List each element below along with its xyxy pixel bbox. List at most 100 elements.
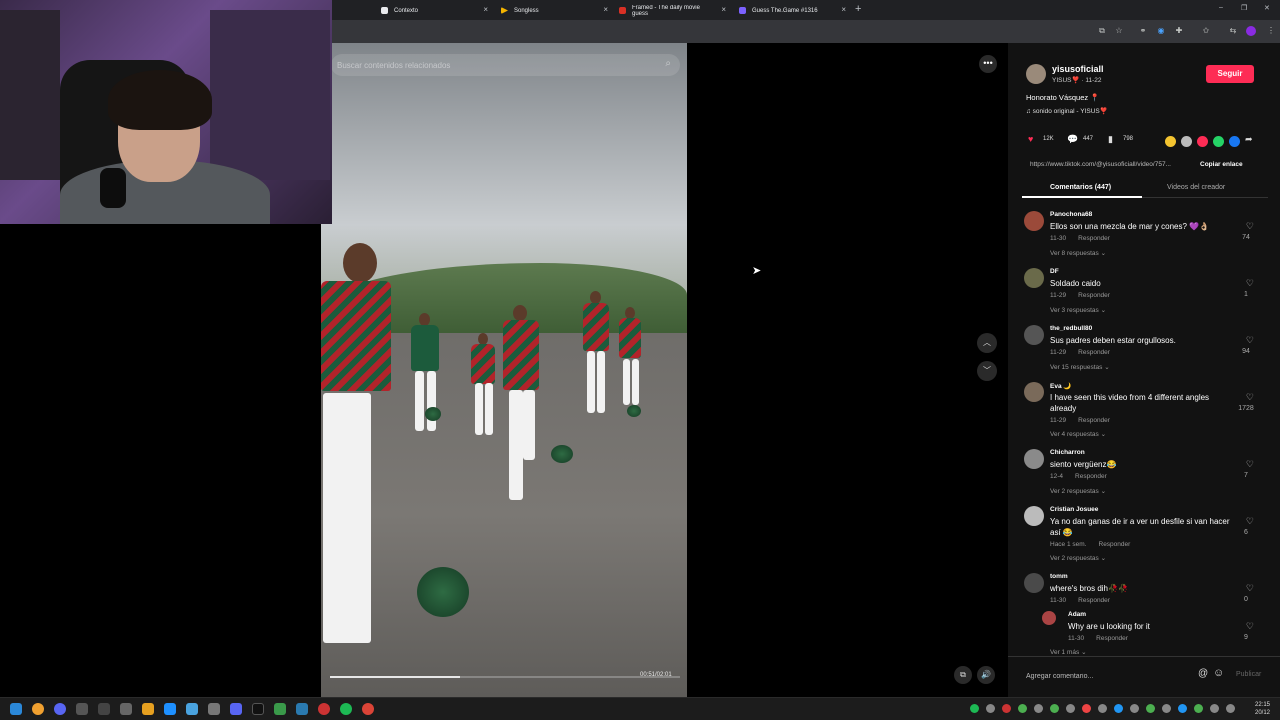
comment-like-icon[interactable]: ♡: [1246, 278, 1254, 289]
comment-avatar[interactable]: [1024, 573, 1044, 593]
view-replies-link[interactable]: Ver 3 respuestas ⌄: [1050, 306, 1106, 314]
app-icon[interactable]: [142, 703, 154, 715]
tab-comments[interactable]: Comentarios (447): [1050, 184, 1111, 191]
close-window-button[interactable]: ✕: [1264, 4, 1270, 12]
minimize-button[interactable]: –: [1219, 4, 1223, 11]
tray-icon[interactable]: [1034, 704, 1043, 713]
comment-username[interactable]: the_redbull80: [1050, 325, 1092, 332]
reply-like-icon[interactable]: ♡: [1246, 621, 1254, 632]
tray-icon[interactable]: [1130, 704, 1139, 713]
tray-icon[interactable]: [1066, 704, 1075, 713]
app-icon[interactable]: [98, 703, 110, 715]
reply-username[interactable]: Adam: [1068, 611, 1086, 618]
reply-button[interactable]: Responder: [1075, 473, 1107, 480]
tray-icon[interactable]: [1146, 704, 1155, 713]
comment-avatar[interactable]: [1024, 211, 1044, 231]
comment-avatar[interactable]: [1024, 506, 1044, 526]
menu-kebab-icon[interactable]: ⋮: [1266, 26, 1276, 36]
view-more-replies-link[interactable]: Ver 1 más ⌄: [1050, 648, 1087, 654]
tab-framed[interactable]: Framed - The daily movie guess ×: [614, 3, 730, 18]
volume-icon[interactable]: 🔊: [977, 666, 995, 684]
network-icon[interactable]: [1210, 704, 1219, 713]
heart-icon[interactable]: ♥: [1028, 134, 1033, 144]
tray-icon[interactable]: [1178, 704, 1187, 713]
install-app-icon[interactable]: ⧉: [1097, 26, 1107, 36]
related-search-bar[interactable]: ⌕: [331, 54, 680, 76]
floating-player-icon[interactable]: ⧉: [954, 666, 972, 684]
post-comment-button[interactable]: Publicar: [1236, 671, 1261, 678]
tray-icon[interactable]: [1002, 704, 1011, 713]
reply-avatar[interactable]: [1042, 611, 1056, 625]
search-taskbar-icon[interactable]: [32, 703, 44, 715]
reply-button[interactable]: Responder: [1078, 417, 1110, 424]
reply-button[interactable]: Responder: [1078, 235, 1110, 242]
search-icon[interactable]: ⌕: [665, 58, 671, 69]
comment-avatar[interactable]: [1024, 325, 1044, 345]
comment-like-icon[interactable]: ♡: [1246, 221, 1254, 232]
tab-songless[interactable]: Songless ×: [496, 3, 612, 18]
reply-button[interactable]: Responder: [1078, 349, 1110, 356]
taskbar-clock[interactable]: 22:15 20/12: [1255, 701, 1270, 717]
tray-icon[interactable]: [1194, 704, 1203, 713]
send-icon[interactable]: [1181, 136, 1192, 147]
reply-button[interactable]: Responder: [1099, 541, 1131, 548]
puzzle-icon[interactable]: ✚: [1174, 26, 1184, 36]
comment-username[interactable]: tomm: [1050, 573, 1068, 580]
share-arrow-icon[interactable]: ➦: [1245, 134, 1253, 145]
favorites-icon[interactable]: ✩: [1201, 26, 1211, 36]
app-icon[interactable]: [54, 703, 66, 715]
tab-guess-the-game[interactable]: Guess The.Game #1316 ×: [734, 3, 850, 18]
extension-icon[interactable]: ◉: [1156, 26, 1166, 36]
obs-icon[interactable]: [318, 703, 330, 715]
tray-icon[interactable]: [1098, 704, 1107, 713]
reply-button[interactable]: Responder: [1078, 597, 1110, 604]
windows-start-icon[interactable]: [10, 703, 22, 715]
comment-input[interactable]: [1026, 668, 1186, 684]
comment-username[interactable]: Eva 🌙: [1050, 382, 1071, 390]
volume-tray-icon[interactable]: [1226, 704, 1235, 713]
tiktok-icon[interactable]: [252, 703, 264, 715]
comment-username[interactable]: Chicharron: [1050, 449, 1085, 456]
telegram-icon[interactable]: [186, 703, 198, 715]
tray-icon[interactable]: [1050, 704, 1059, 713]
comment-like-icon[interactable]: ♡: [1246, 459, 1254, 470]
tray-icon[interactable]: [1162, 704, 1171, 713]
embed-icon[interactable]: [1165, 136, 1176, 147]
comment-avatar[interactable]: [1024, 268, 1044, 288]
profile-avatar-icon[interactable]: [1246, 26, 1256, 36]
mention-icon[interactable]: @: [1198, 668, 1208, 679]
bookmark-star-icon[interactable]: ☆: [1114, 26, 1124, 36]
app-icon[interactable]: [208, 703, 220, 715]
creator-username[interactable]: yisusoficiall: [1052, 64, 1104, 74]
creator-avatar[interactable]: [1026, 64, 1046, 84]
facebook-icon[interactable]: [1229, 136, 1240, 147]
bookmark-icon[interactable]: ▮: [1108, 134, 1113, 145]
extension-icon[interactable]: ⚭: [1138, 26, 1148, 36]
tray-icon[interactable]: [1082, 704, 1091, 713]
close-tab-icon[interactable]: ×: [841, 5, 846, 14]
tab-creator-videos[interactable]: Videos del creador: [1167, 184, 1225, 191]
profile-switch-icon[interactable]: ⇆: [1228, 26, 1238, 36]
close-tab-icon[interactable]: ×: [721, 5, 726, 14]
comment-username[interactable]: Cristian Josuee: [1050, 506, 1098, 513]
follow-button[interactable]: Seguir: [1206, 65, 1254, 83]
chrome-icon[interactable]: [362, 703, 374, 715]
app-icon[interactable]: [76, 703, 88, 715]
app-icon[interactable]: [164, 703, 176, 715]
close-tab-icon[interactable]: ×: [483, 5, 488, 14]
tab-contexto[interactable]: Contexto ×: [376, 3, 492, 18]
more-options-icon[interactable]: •••: [979, 55, 997, 73]
comment-like-icon[interactable]: ♡: [1246, 516, 1254, 527]
video-player[interactable]: [321, 43, 687, 697]
edge-icon[interactable]: [296, 703, 308, 715]
comment-avatar[interactable]: [1024, 382, 1044, 402]
tray-icon[interactable]: [1018, 704, 1027, 713]
sound-link[interactable]: ♫ sonido original - YISUS❣️: [1026, 107, 1108, 115]
spotify-icon[interactable]: [340, 703, 352, 715]
copy-link-button[interactable]: Copiar enlace: [1200, 161, 1243, 168]
view-replies-link[interactable]: Ver 2 respuestas ⌄: [1050, 487, 1106, 495]
reply-button[interactable]: Responder: [1078, 292, 1110, 299]
app-icon[interactable]: [120, 703, 132, 715]
comment-like-icon[interactable]: ♡: [1246, 392, 1254, 403]
view-replies-link[interactable]: Ver 4 respuestas ⌄: [1050, 430, 1106, 438]
